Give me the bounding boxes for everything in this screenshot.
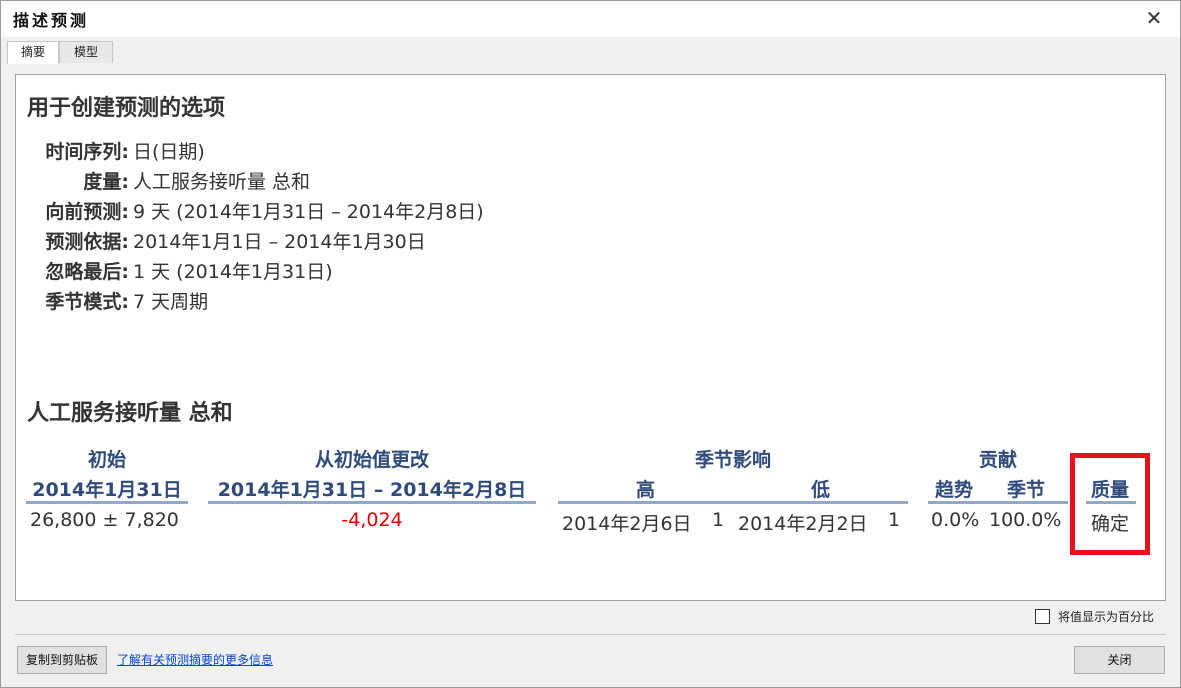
change-underline [208, 501, 536, 504]
seasonal-underline [558, 501, 908, 504]
options-heading: 用于创建预测的选项 [27, 96, 226, 121]
option-key: 向前预测: [45, 201, 129, 223]
option-value: 9 天 (2014年1月31日 – 2014年2月8日) [133, 201, 484, 223]
initial-date-header: 2014年1月31日 [32, 479, 182, 501]
contribution-underline [928, 501, 1068, 504]
copy-to-clipboard-button[interactable]: 复制到剪贴板 [17, 646, 107, 674]
initial-underline [26, 501, 188, 504]
quality-highlight-box [1070, 453, 1150, 555]
tab-summary[interactable]: 摘要 [7, 41, 59, 64]
contribution-header: 贡献 [978, 449, 1017, 471]
option-row-series: 时间序列: 日(日期) [26, 137, 484, 167]
option-row-based-on: 预测依据: 2014年1月1日 – 2014年1月30日 [26, 227, 484, 257]
close-button[interactable]: 关闭 [1074, 646, 1165, 674]
close-icon[interactable]: ✕ [1142, 6, 1166, 30]
contribution-trend-header: 趋势 [934, 479, 973, 501]
seasonal-high-value: 1 [712, 509, 725, 531]
option-row-seasonal-pattern: 季节模式: 7 天周期 [26, 287, 484, 317]
change-range-header: 2014年1月31日 – 2014年2月8日 [217, 479, 527, 501]
options-list: 时间序列: 日(日期) 度量: 人工服务接听量 总和 向前预测: 9 天 (20… [26, 137, 484, 317]
option-row-measure: 度量: 人工服务接听量 总和 [26, 167, 484, 197]
option-value: 2014年1月1日 – 2014年1月30日 [133, 231, 426, 253]
summary-panel: 用于创建预测的选项 时间序列: 日(日期) 度量: 人工服务接听量 总和 向前预… [15, 74, 1166, 601]
tab-model[interactable]: 模型 [59, 41, 113, 63]
option-row-ignore-last: 忽略最后: 1 天 (2014年1月31日) [26, 257, 484, 287]
option-key: 忽略最后: [45, 261, 129, 283]
more-info-link[interactable]: 了解有关预测摘要的更多信息 [117, 651, 273, 668]
option-value: 人工服务接听量 总和 [133, 171, 311, 193]
option-value: 日(日期) [133, 141, 205, 163]
option-value: 1 天 (2014年1月31日) [133, 261, 333, 283]
seasonal-high-date: 2014年2月6日 [562, 513, 692, 535]
seasonal-low-date: 2014年2月2日 [738, 513, 868, 535]
option-value: 7 天周期 [133, 291, 209, 313]
percent-checkbox-label[interactable]: 将值显示为百分比 [1058, 608, 1154, 625]
seasonal-effect-header: 季节影响 [694, 449, 771, 471]
measure-heading: 人工服务接听量 总和 [27, 401, 233, 426]
option-row-forecast-forward: 向前预测: 9 天 (2014年1月31日 – 2014年2月8日) [26, 197, 484, 227]
seasonal-low-header: 低 [810, 479, 830, 501]
seasonal-high-header: 高 [635, 479, 655, 501]
title-bar: 描述预测 ✕ [1, 1, 1180, 37]
seasonal-low-value: 1 [888, 509, 901, 531]
footer-separator [15, 634, 1166, 635]
option-key: 时间序列: [45, 141, 129, 163]
contribution-season-value: 100.0% [989, 509, 1062, 531]
option-key: 季节模式: [45, 291, 129, 313]
option-key: 度量: [83, 171, 129, 193]
option-key: 预测依据: [45, 231, 129, 253]
change-value: -4,024 [341, 509, 403, 531]
contribution-season-header: 季节 [1006, 479, 1045, 501]
contribution-trend-value: 0.0% [931, 509, 980, 531]
dialog-title: 描述预测 [13, 11, 90, 30]
initial-value: 26,800 ± 7,820 [30, 509, 179, 531]
initial-header: 初始 [87, 449, 126, 471]
percent-checkbox[interactable] [1035, 609, 1050, 624]
change-header: 从初始值更改 [314, 449, 429, 471]
describe-forecast-dialog: 描述预测 ✕ 摘要 模型 用于创建预测的选项 时间序列: 日(日期) 度量: 人… [0, 0, 1181, 688]
